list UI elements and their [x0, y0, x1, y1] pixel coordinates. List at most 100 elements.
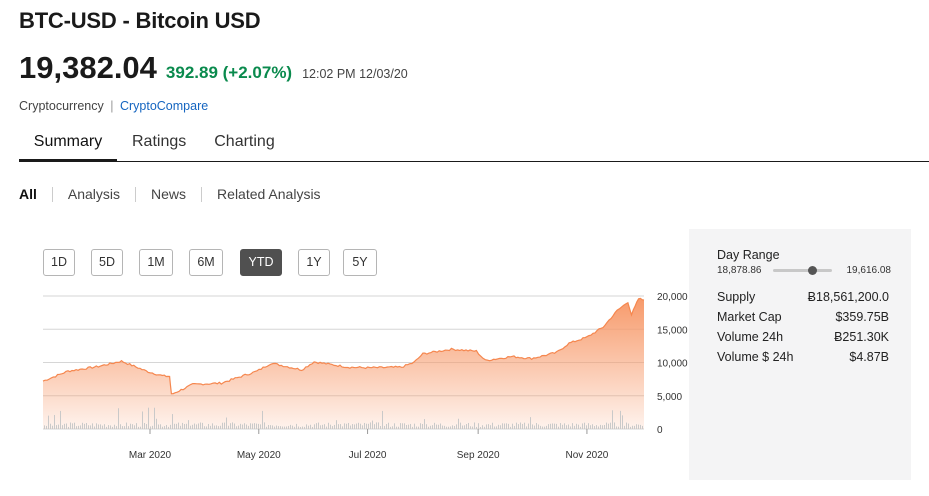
volume-bar	[354, 424, 355, 429]
volume-bar	[590, 425, 591, 429]
volume-bar	[192, 424, 193, 429]
volume-bar	[44, 425, 45, 429]
volume-bar	[524, 422, 525, 429]
volume-bar	[428, 426, 429, 429]
volume-bar	[224, 422, 225, 429]
volume-bar	[298, 426, 299, 429]
stat-value: Ƀ18,561,200.0	[807, 290, 889, 304]
filter-all[interactable]: All	[19, 186, 37, 202]
tab-charting[interactable]: Charting	[214, 124, 274, 162]
volume-bar	[216, 425, 217, 429]
nav-divider	[135, 186, 137, 202]
volume-bar	[332, 426, 333, 429]
volume-bar	[120, 424, 121, 429]
volume-bar	[214, 425, 215, 429]
price-area-chart: 20,000 15,000 10,000 5,000 0 Mar 2020 May 2020…	[42, 292, 688, 461]
tab-summary[interactable]: Summary	[19, 124, 117, 162]
volume-bar	[628, 423, 629, 429]
volume-bar	[634, 425, 635, 429]
volume-bar	[314, 424, 315, 429]
volume-bar	[284, 426, 285, 429]
volume-bar	[498, 424, 499, 429]
volume-bar	[132, 424, 133, 429]
volume-bar	[444, 425, 445, 429]
volume-bar	[494, 426, 495, 429]
volume-bar	[126, 422, 127, 429]
volume-bar	[246, 424, 247, 429]
volume-bar	[182, 422, 183, 429]
volume-bar	[606, 422, 607, 429]
volume-bar	[514, 425, 515, 429]
x-tick-label: Nov 2020	[566, 450, 609, 461]
volume-bar	[572, 423, 573, 429]
volume-bar	[52, 425, 53, 429]
volume-bar	[320, 425, 321, 429]
price-row: 19,382.04 392.89 (+2.07%) 12:02 PM 12/03…	[19, 50, 408, 86]
volume-bar	[370, 422, 371, 429]
volume-bar	[388, 422, 389, 429]
volume-bar	[68, 426, 69, 429]
volume-bar	[276, 425, 277, 429]
stat-row-volume-usd-24h: Volume $ 24h $4.87B	[717, 350, 889, 364]
filter-related-analysis[interactable]: Related Analysis	[217, 186, 321, 202]
asset-category: Cryptocurrency	[19, 99, 104, 113]
volume-bar	[210, 425, 211, 429]
volume-bar	[600, 424, 601, 429]
volume-bar	[258, 423, 259, 429]
volume-bar	[458, 418, 459, 429]
volume-bar	[174, 423, 175, 429]
volume-bar	[140, 426, 141, 429]
volume-bar	[368, 423, 369, 429]
volume-bar	[322, 424, 323, 429]
volume-bar	[240, 423, 241, 429]
day-range-high: 19,616.08	[846, 265, 892, 276]
volume-bar	[468, 422, 469, 429]
page-title: BTC-USD - Bitcoin USD	[19, 8, 261, 33]
volume-bar	[116, 426, 117, 429]
volume-bar	[264, 422, 265, 429]
volume-bar	[358, 422, 359, 429]
volume-bar	[340, 424, 341, 429]
volume-bar	[172, 414, 173, 429]
volume-bar	[338, 424, 339, 429]
volume-bar	[218, 426, 219, 429]
volume-bar	[392, 426, 393, 429]
volume-bar	[538, 424, 539, 429]
filter-analysis[interactable]: Analysis	[68, 186, 120, 202]
stat-label: Volume 24h	[717, 330, 784, 344]
stat-label: Market Cap	[717, 310, 782, 324]
x-tick-label: Sep 2020	[457, 450, 500, 461]
volume-bar	[150, 426, 151, 429]
volume-bar	[602, 425, 603, 429]
tab-ratings[interactable]: Ratings	[132, 124, 186, 162]
volume-bar	[90, 425, 91, 429]
summary-panel: 1D 5D 1M 6M YTD 1Y 5Y 20,000 15,000 10,000…	[19, 229, 911, 480]
price-chart-card: 1D 5D 1M 6M YTD 1Y 5Y 20,000 15,000 10,000…	[19, 229, 689, 480]
data-source-link[interactable]: CryptoCompare	[120, 99, 208, 113]
volume-bar	[568, 424, 569, 429]
volume-bar	[474, 422, 475, 429]
volume-bar	[598, 426, 599, 429]
volume-bar	[260, 424, 261, 429]
volume-bar	[384, 425, 385, 429]
volume-bar	[56, 425, 57, 429]
volume-bar	[592, 424, 593, 429]
volume-bar	[266, 426, 267, 429]
current-price: 19,382.04	[19, 50, 157, 85]
volume-bar	[580, 426, 581, 429]
volume-bar	[206, 426, 207, 429]
day-range-label: Day Range	[717, 248, 780, 262]
volume-bar	[582, 423, 583, 429]
filter-news[interactable]: News	[151, 186, 186, 202]
volume-bar	[536, 423, 537, 429]
volume-bar	[134, 425, 135, 429]
volume-bar	[446, 426, 447, 429]
volume-bar	[170, 424, 171, 429]
volume-bar	[114, 424, 115, 429]
volume-bar	[70, 422, 71, 429]
volume-bar	[186, 423, 187, 429]
volume-bar	[510, 426, 511, 429]
stat-row-supply: Supply Ƀ18,561,200.0	[717, 290, 889, 304]
volume-bar	[540, 425, 541, 429]
stat-row-volume-24h: Volume 24h Ƀ251.30K	[717, 330, 889, 344]
